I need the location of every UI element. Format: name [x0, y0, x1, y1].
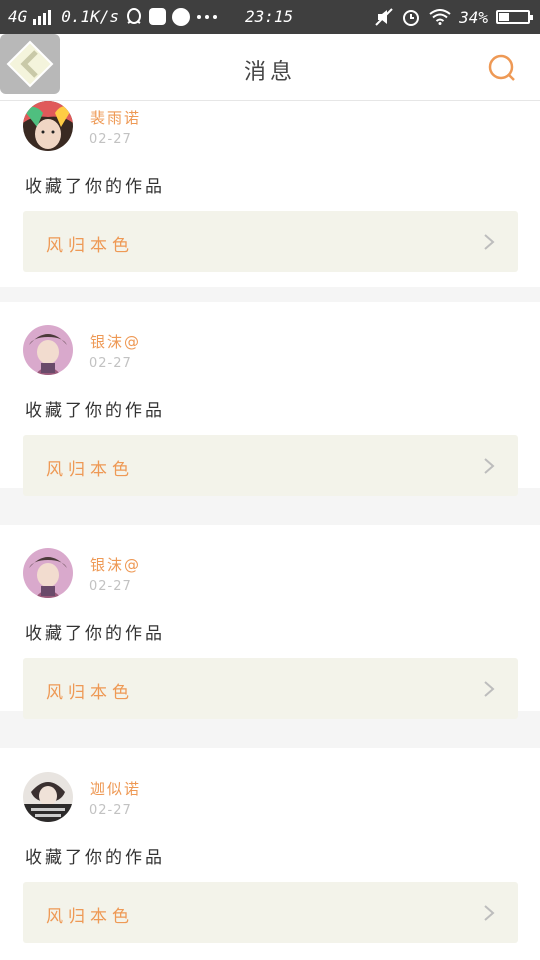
wifi-icon: [429, 9, 451, 25]
message-card: 银沫@ 02-27 收藏了你的作品 风归本色: [0, 302, 540, 496]
work-link[interactable]: 风归本色: [23, 211, 518, 272]
message-card: 裴雨诺 02-27 收藏了你的作品 风归本色: [0, 101, 540, 287]
network-speed: 0.1K/s: [61, 7, 120, 26]
battery-fill: [499, 13, 509, 21]
battery-icon: [496, 10, 533, 24]
username[interactable]: 迦似诺: [90, 778, 141, 799]
search-icon[interactable]: [488, 54, 516, 82]
battery-nub: [530, 15, 533, 20]
signal-icon: [33, 9, 52, 25]
clock: 23:15: [245, 7, 294, 26]
avatar-icon[interactable]: [23, 772, 73, 822]
username[interactable]: 银沫@: [90, 554, 141, 575]
message-date: 02-27: [89, 356, 132, 371]
work-title: 风归本色: [46, 236, 134, 256]
action-text: 收藏了你的作品: [25, 848, 165, 868]
qq-icon: [127, 7, 142, 24]
message-date: 02-27: [89, 132, 132, 147]
work-title: 风归本色: [46, 683, 134, 703]
message-card: 银沫@ 02-27 收藏了你的作品 风归本色: [0, 525, 540, 719]
alarm-icon: [403, 10, 420, 26]
work-link[interactable]: 风归本色: [23, 658, 518, 719]
page-title: 消息: [243, 60, 296, 85]
avatar-icon[interactable]: [23, 548, 73, 598]
message-date: 02-27: [89, 579, 132, 594]
app-header: 消息: [0, 34, 540, 101]
username[interactable]: 银沫@: [90, 331, 141, 352]
message-card: 迦似诺 02-27 收藏了你的作品 风归本色: [0, 748, 540, 960]
action-text: 收藏了你的作品: [25, 401, 165, 421]
work-link[interactable]: 风归本色: [23, 435, 518, 496]
action-text: 收藏了你的作品: [25, 624, 165, 644]
chevron-right-icon: [484, 681, 495, 697]
message-icon: [172, 7, 191, 26]
network-type: 4G: [8, 7, 28, 26]
battery-percent: 34%: [459, 7, 488, 27]
work-link[interactable]: 风归本色: [23, 882, 518, 943]
mute-icon: [375, 8, 393, 26]
avatar-icon[interactable]: [23, 325, 73, 375]
tray-icon: [149, 8, 167, 25]
avatar-icon[interactable]: [23, 101, 73, 151]
message-date: 02-27: [89, 803, 132, 818]
status-bar: 4G 0.1K/s 23:15 34%: [0, 0, 540, 34]
username[interactable]: 裴雨诺: [90, 107, 141, 128]
chevron-right-icon: [484, 234, 495, 250]
work-title: 风归本色: [46, 460, 134, 480]
action-text: 收藏了你的作品: [25, 177, 165, 197]
work-title: 风归本色: [46, 907, 134, 927]
more-icon: [197, 14, 218, 19]
chevron-right-icon: [484, 905, 495, 921]
chevron-right-icon: [484, 458, 495, 474]
